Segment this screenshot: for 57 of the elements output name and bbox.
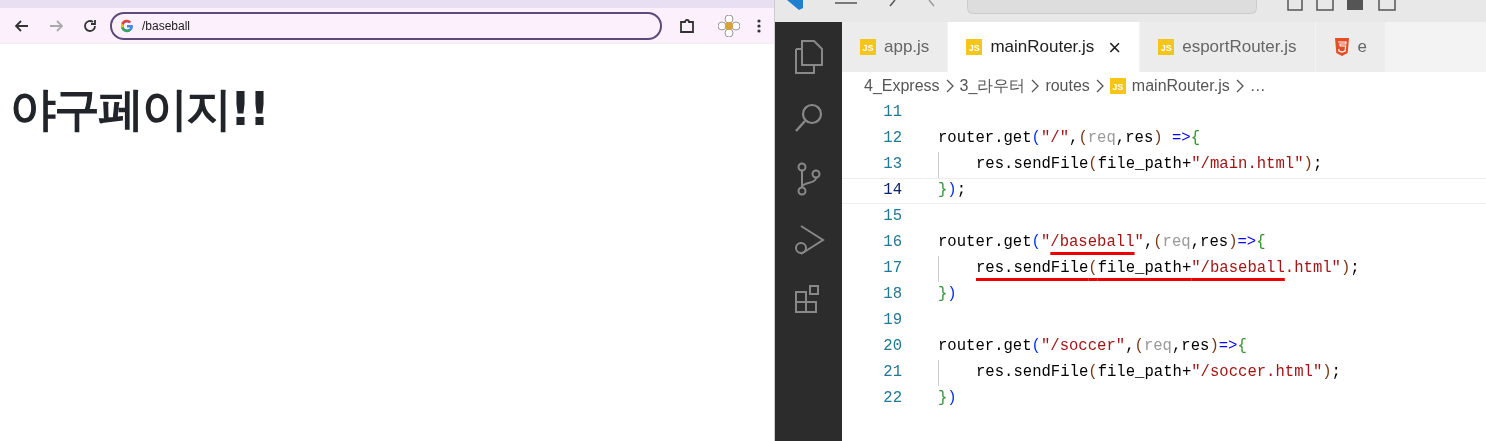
editor-tab[interactable]: JS esportRouter.js [1140, 22, 1316, 72]
search-icon[interactable] [792, 102, 825, 134]
breadcrumb-item[interactable]: routes [1045, 74, 1090, 98]
run-debug-icon[interactable] [792, 224, 825, 256]
code-line: router.get("/",(req,res) =>{ [938, 128, 1201, 150]
line-number: 22 [882, 388, 903, 410]
command-search-field[interactable] [967, 0, 1257, 14]
breadcrumb-item[interactable]: mainRouter.js [1131, 74, 1230, 98]
google-icon [120, 18, 134, 33]
flower-avatar-icon[interactable] [718, 14, 740, 37]
close-button[interactable]: × [1108, 30, 1122, 64]
extensions-icon[interactable] [678, 16, 696, 35]
js-file-icon: JS [860, 39, 876, 55]
line-number: 21 [882, 362, 903, 384]
code-line: }) [938, 284, 957, 306]
line-number: 16 [882, 232, 903, 254]
line-number: 15 [882, 206, 903, 228]
line-number: 14 [882, 180, 903, 202]
editor-tab[interactable]: JS mainRouter.js × [948, 22, 1141, 72]
js-file-icon: JS [1158, 39, 1175, 55]
layout-icon[interactable] [1287, 0, 1397, 12]
code-line: res.sendFile(file_path+"/main.html"); [938, 152, 1323, 178]
line-number: 13 [882, 154, 903, 176]
forward-icon[interactable] [927, 0, 937, 8]
files-icon[interactable] [793, 40, 824, 74]
page-heading: 야구페이지!! [10, 82, 269, 138]
chevron-icon [1235, 79, 1244, 93]
code-line: res.sendFile(file_path+"/soccer.html"); [938, 360, 1341, 386]
chevron-icon [945, 79, 954, 93]
back-icon [15, 18, 29, 33]
editor-tab[interactable]: JS app.js [842, 22, 949, 72]
js-file-icon: JS [1109, 78, 1126, 94]
back-icon[interactable] [887, 0, 897, 8]
editor-tab[interactable]: e [1315, 22, 1386, 72]
js-file-icon: JS [966, 39, 983, 55]
line-number: 18 [882, 284, 903, 306]
code-line: }); [938, 180, 967, 202]
html-file-icon [1333, 38, 1350, 56]
forward-icon [49, 18, 63, 33]
code-line: }) [938, 388, 957, 410]
chevron-icon [1031, 79, 1040, 93]
code-line: router.get("/soccer",(req,res)=>{ [938, 336, 1247, 358]
line-number: 19 [882, 310, 903, 332]
code-line: res.sendFile(file_path+"/baseball.html"); [938, 256, 1360, 282]
line-number: 20 [882, 336, 903, 358]
reload-icon [83, 18, 97, 33]
breadcrumb-item[interactable]: … [1249, 74, 1266, 98]
line-number: 17 [882, 258, 903, 280]
app-logo-icon [785, 0, 805, 10]
breadcrumb-item[interactable]: 4_Express [864, 74, 940, 98]
address-bar[interactable]: /baseball [110, 11, 662, 40]
breadcrumb-item[interactable]: 3_라우터 [959, 74, 1026, 98]
source-control-icon[interactable] [795, 162, 822, 196]
line-number: 12 [882, 128, 903, 150]
code-line: router.get("/baseball",(req,res)=>{ [938, 232, 1266, 254]
line-number: 11 [882, 102, 903, 124]
chevron-icon [1095, 79, 1104, 93]
